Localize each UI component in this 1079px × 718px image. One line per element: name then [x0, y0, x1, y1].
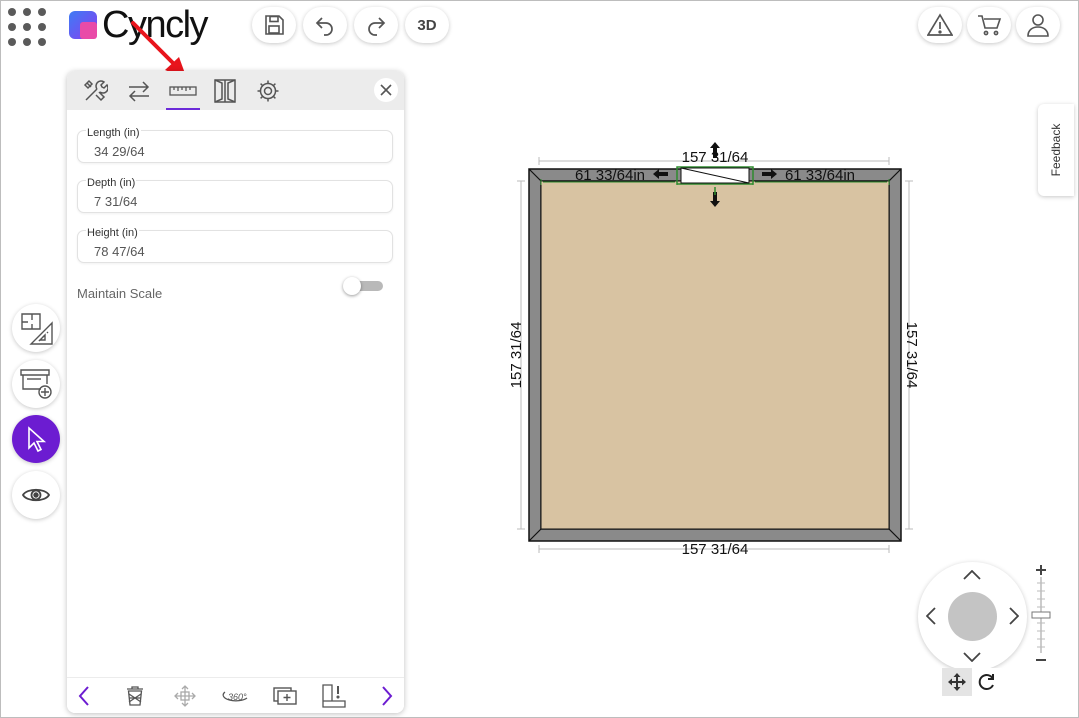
dim-bottom: 157 31/64 [682, 541, 749, 558]
pan-mode-button[interactable] [942, 668, 972, 696]
rotate-mode-button[interactable] [972, 668, 1002, 696]
move-button[interactable] [172, 684, 198, 708]
duplicate-button[interactable] [272, 684, 298, 708]
apps-grid-icon[interactable] [8, 8, 46, 46]
dim-gap-left: 61 33/64in [575, 167, 645, 184]
cart-button[interactable] [967, 7, 1011, 43]
height-value[interactable]: 78 47/64 [94, 244, 374, 259]
gear-icon [257, 80, 279, 102]
chevron-left-icon [926, 607, 936, 625]
alignment-button[interactable] [321, 684, 347, 708]
duplicate-icon [273, 687, 297, 705]
chevron-right-icon [1009, 607, 1019, 625]
redo-button[interactable] [354, 7, 398, 43]
properties-panel: Length (in) 34 29/64 Depth (in) 7 31/64 … [67, 71, 404, 713]
toggle-knob [343, 277, 361, 295]
height-field[interactable]: Height (in) 78 47/64 [77, 227, 393, 263]
cart-icon [978, 15, 1002, 36]
chevron-left-icon [78, 686, 89, 706]
ruler-icon [169, 86, 197, 96]
selected-cabinet[interactable] [676, 166, 754, 185]
360-view-icon: 360° [222, 691, 248, 702]
view-3d-button[interactable]: 3D [405, 7, 449, 43]
user-icon [1027, 14, 1049, 37]
add-cabinet-icon [20, 369, 52, 399]
add-cabinet-button[interactable] [12, 360, 60, 408]
panel-tab-bar [67, 71, 404, 110]
prev-button[interactable] [71, 684, 97, 708]
select-tool-button[interactable] [12, 415, 60, 463]
length-value[interactable]: 34 29/64 [94, 144, 374, 159]
undo-button[interactable] [303, 7, 347, 43]
view-360-button[interactable]: 360° [221, 684, 251, 708]
floorplan-icon [21, 313, 53, 345]
floorplan-canvas[interactable]: 157 31/64 157 31/64 157 31/64 157 31/64 … [501, 131, 931, 571]
length-field[interactable]: Length (in) 34 29/64 [77, 127, 393, 163]
visibility-button[interactable] [12, 471, 60, 519]
close-panel-button[interactable] [374, 78, 398, 102]
maintain-scale-toggle[interactable] [343, 277, 383, 295]
zoom-slider[interactable] [1031, 563, 1051, 665]
zoom-handle[interactable] [1031, 611, 1051, 619]
depth-value[interactable]: 7 31/64 [94, 194, 374, 209]
logo-mark-icon [68, 10, 98, 40]
zoom-in-icon[interactable] [1036, 565, 1046, 575]
tab-tools[interactable] [76, 75, 114, 107]
trash-icon [127, 686, 143, 706]
dim-left: 157 31/64 [508, 322, 525, 389]
depth-field[interactable]: Depth (in) 7 31/64 [77, 177, 393, 213]
dim-gap-right: 61 33/64in [785, 167, 855, 184]
tools-icon [83, 79, 108, 102]
maintain-scale-label: Maintain Scale [77, 286, 163, 301]
save-button[interactable] [252, 7, 296, 43]
next-button[interactable] [374, 684, 400, 708]
chevron-right-icon [382, 686, 393, 706]
swap-icon [128, 81, 150, 102]
pan-right-button[interactable] [1004, 606, 1024, 626]
tab-dimensions[interactable] [164, 75, 202, 110]
feedback-tab[interactable]: Feedback [1038, 104, 1074, 196]
tab-swap[interactable] [120, 75, 158, 107]
room-floor[interactable] [540, 180, 890, 530]
app-window: Cyncly 3D Length (in) 34 29/64 Depth (in… [0, 0, 1079, 718]
length-label: Length (in) [86, 127, 141, 139]
svg-text:360°: 360° [228, 692, 247, 702]
pan-up-button[interactable] [962, 565, 982, 585]
eye-icon [21, 488, 51, 502]
move-icon [174, 685, 196, 707]
depth-label: Depth (in) [86, 177, 137, 189]
tab-settings[interactable] [249, 75, 287, 107]
alignment-icon [322, 684, 346, 708]
rotate-icon [978, 674, 994, 690]
dim-top: 157 31/64 [682, 149, 749, 166]
floorplan-button[interactable] [12, 304, 60, 352]
pan-left-button[interactable] [921, 606, 941, 626]
select-cursor-icon [28, 426, 47, 453]
dim-right: 157 31/64 [903, 322, 920, 389]
undo-icon [315, 17, 333, 36]
save-icon [265, 15, 284, 35]
tab-doors[interactable] [206, 75, 244, 107]
warnings-button[interactable] [918, 7, 962, 43]
feedback-label: Feedback [1049, 123, 1063, 177]
user-button[interactable] [1016, 7, 1060, 43]
move-arrows-icon [948, 673, 966, 691]
view-navigation-control [918, 562, 1027, 671]
delete-button[interactable] [122, 684, 148, 708]
chevron-up-icon [963, 570, 981, 580]
panel-footer: 360° [67, 677, 404, 713]
pan-down-button[interactable] [962, 647, 982, 667]
redo-icon [368, 17, 386, 36]
close-icon [380, 84, 392, 96]
pan-joystick[interactable] [948, 592, 997, 641]
warning-icon [927, 13, 953, 36]
chevron-down-icon [963, 652, 981, 662]
door-icon [214, 79, 236, 103]
height-label: Height (in) [86, 227, 139, 239]
